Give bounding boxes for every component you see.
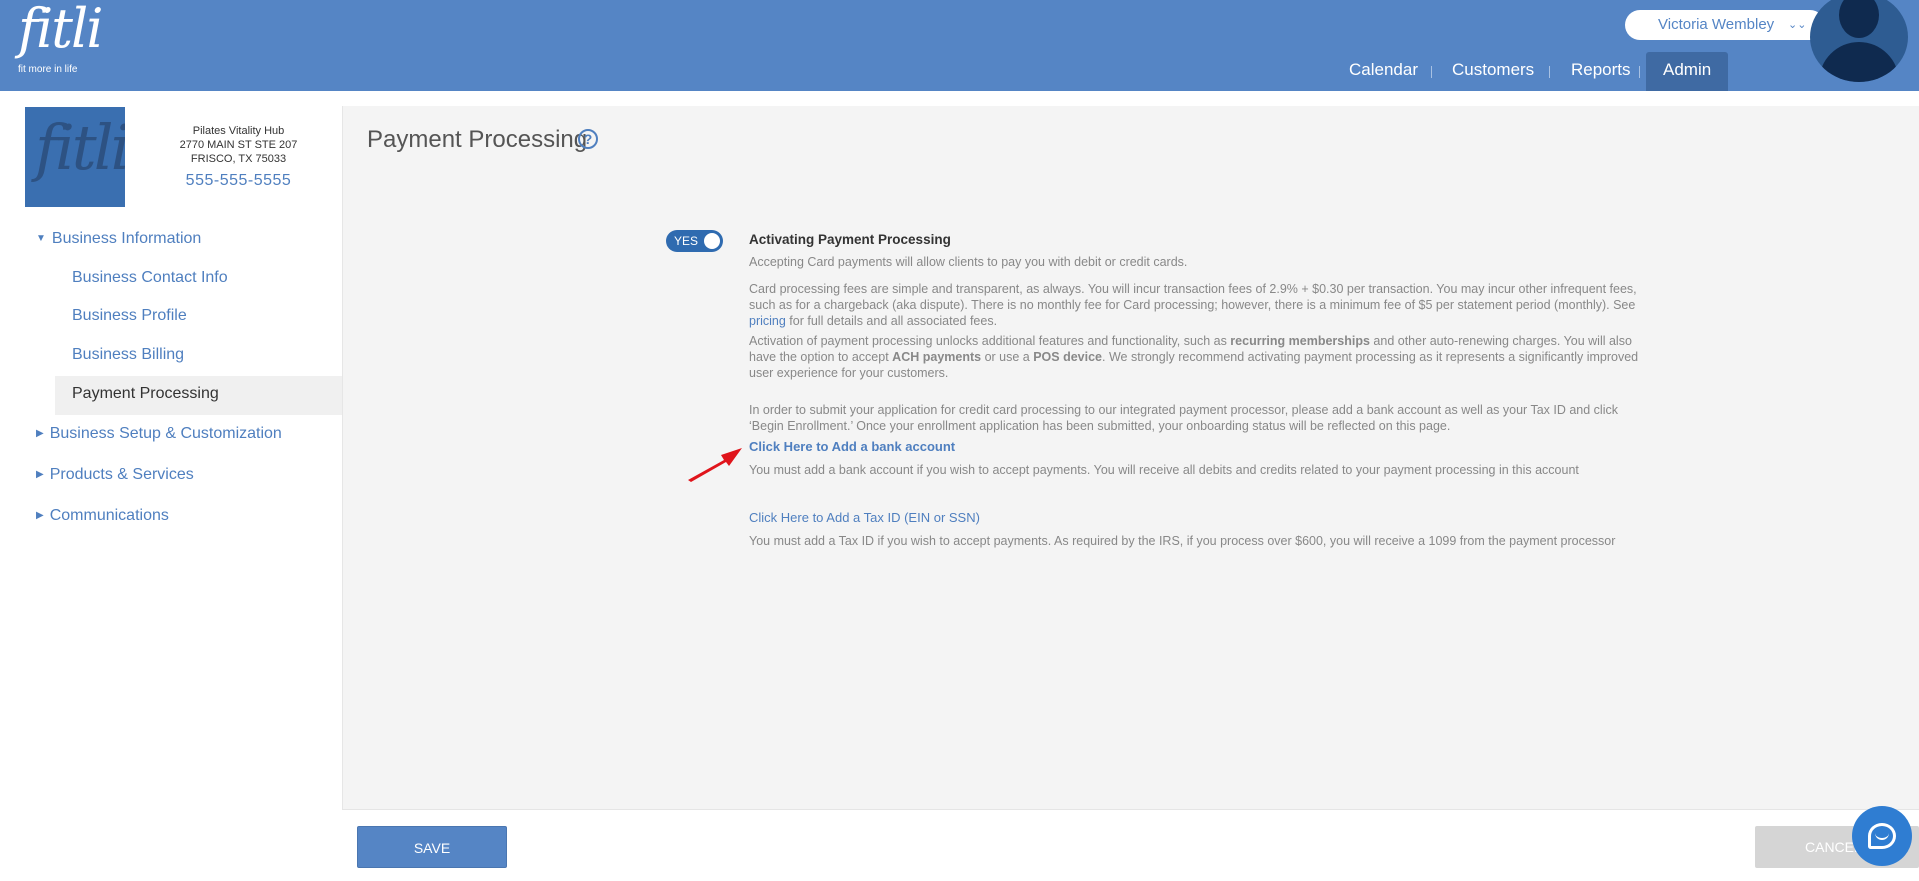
footer-divider	[342, 809, 1919, 810]
sidebar-item-business-setup[interactable]: ▶ Business Setup & Customization	[36, 425, 282, 443]
business-logo: fitli	[25, 107, 125, 207]
sidebar-item-label: Business Setup & Customization	[49, 425, 282, 442]
nav-customers[interactable]: Customers	[1435, 52, 1551, 91]
user-menu[interactable]: Victoria Wembley ⌄⌄	[1625, 10, 1825, 40]
sidebar-item-payment-processing[interactable]: Payment Processing	[72, 385, 219, 403]
avatar-body-icon	[1819, 42, 1899, 82]
pricing-link[interactable]: pricing	[749, 314, 786, 328]
sidebar-item-products-services[interactable]: ▶ Products & Services	[36, 466, 194, 484]
caret-right-icon: ▶	[36, 469, 44, 480]
main-panel	[342, 106, 1919, 809]
nav-admin[interactable]: Admin	[1646, 52, 1729, 91]
sidebar-item-business-profile[interactable]: Business Profile	[72, 307, 187, 325]
section-title: Activating Payment Processing	[749, 232, 951, 247]
nav-calendar[interactable]: Calendar	[1332, 52, 1435, 91]
chevron-down-icon: ⌄⌄	[1788, 19, 1807, 31]
business-logo-word: fitli	[35, 111, 125, 184]
avatar-head-icon	[1839, 0, 1879, 38]
sidebar-item-business-contact-info[interactable]: Business Contact Info	[72, 269, 228, 287]
payment-processing-toggle[interactable]: YES	[666, 230, 723, 252]
add-tax-id-link[interactable]: Click Here to Add a Tax ID (EIN or SSN)	[749, 510, 980, 525]
fees-text-b: for full details and all associated fees…	[785, 314, 998, 328]
sidebar-item-business-information[interactable]: ▼ Business Information	[36, 230, 201, 248]
nav-separator	[1431, 66, 1432, 78]
pos-device-text: POS device	[1033, 350, 1103, 364]
business-info: Pilates Vitality Hub 2770 MAIN ST STE 20…	[165, 124, 312, 192]
caret-right-icon: ▶	[36, 428, 44, 439]
caret-down-icon: ▼	[36, 233, 46, 244]
features-text: Activation of payment processing unlocks…	[749, 333, 1649, 381]
help-icon[interactable]: ?	[578, 129, 598, 149]
sidebar-item-label: Business Information	[51, 230, 202, 247]
user-name: Victoria Wembley	[1658, 16, 1775, 33]
top-header: fitli fit more in life Calendar Customer…	[0, 0, 1919, 91]
sidebar-item-label: Communications	[49, 507, 169, 524]
tax-id-note: You must add a Tax ID if you wish to acc…	[749, 534, 1616, 548]
user-avatar[interactable]	[1810, 0, 1908, 82]
bank-account-note: You must add a bank account if you wish …	[749, 463, 1579, 477]
business-name: Pilates Vitality Hub	[192, 125, 285, 137]
logo-tagline: fit more in life	[18, 64, 78, 75]
nav-reports[interactable]: Reports	[1554, 52, 1648, 91]
toggle-knob	[704, 233, 720, 249]
caret-right-icon: ▶	[36, 510, 44, 521]
features-text-d: or use a	[981, 350, 1034, 364]
logo-word: fitli	[18, 0, 103, 60]
business-phone: 555-555-5555	[185, 172, 292, 189]
nav-separator	[1549, 66, 1550, 78]
business-address-line2: FRISCO, TX 75033	[190, 153, 287, 165]
red-arrow-annotation	[688, 448, 742, 482]
nav-separator	[1639, 66, 1640, 78]
card-fees-text: Card processing fees are simple and tran…	[749, 281, 1649, 329]
sidebar-item-label: Products & Services	[49, 466, 194, 483]
sidebar-item-business-billing[interactable]: Business Billing	[72, 346, 184, 364]
save-button[interactable]: SAVE	[357, 826, 507, 868]
add-bank-account-link[interactable]: Click Here to Add a bank account	[749, 439, 955, 454]
fitli-logo[interactable]: fitli fit more in life	[14, 2, 104, 78]
card-payments-text: Accepting Card payments will allow clien…	[749, 255, 1188, 269]
sidebar-item-communications[interactable]: ▶ Communications	[36, 507, 169, 525]
recurring-memberships-text: recurring memberships	[1230, 334, 1370, 348]
fees-text-a: Card processing fees are simple and tran…	[749, 282, 1637, 312]
ach-payments-text: ACH payments	[892, 350, 982, 364]
toggle-label: YES	[674, 234, 699, 248]
business-address-line1: 2770 MAIN ST STE 207	[179, 139, 298, 151]
page-title: Payment Processing	[367, 126, 588, 153]
features-text-a: Activation of payment processing unlocks…	[749, 334, 1231, 348]
enrollment-instructions-text: In order to submit your application for …	[749, 403, 1618, 433]
chat-support-button[interactable]	[1852, 806, 1912, 866]
